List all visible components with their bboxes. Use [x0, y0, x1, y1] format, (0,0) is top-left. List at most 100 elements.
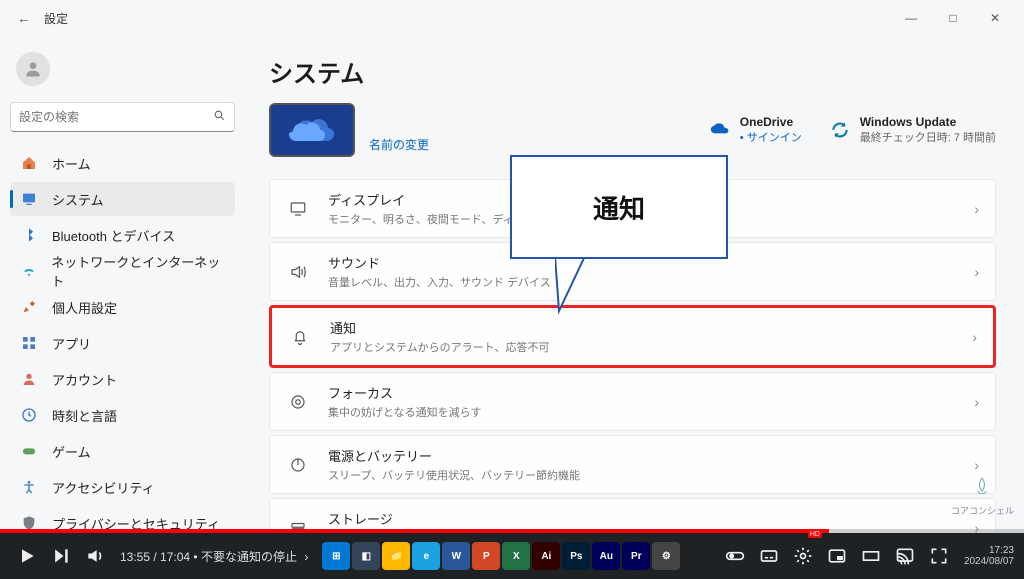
sidebar-item-system[interactable]: システム: [10, 182, 235, 216]
focus-icon: [286, 393, 310, 411]
onedrive-sub: • サインイン: [740, 129, 802, 145]
onedrive-icon: [710, 123, 730, 137]
search-icon: [213, 109, 226, 125]
search-field[interactable]: [19, 110, 213, 124]
sidebar-item-personalization[interactable]: 個人用設定: [10, 290, 235, 324]
chevron-right-icon: ›: [974, 264, 979, 280]
setting-title: フォーカス: [328, 383, 974, 402]
setting-subtitle: アプリとシステムからのアラート、応答不可: [330, 339, 972, 355]
app-icon[interactable]: Ps: [562, 542, 590, 570]
back-button[interactable]: ←: [8, 10, 40, 26]
minimize-button[interactable]: —: [890, 0, 932, 36]
app-icon[interactable]: X: [502, 542, 530, 570]
app-icon[interactable]: e: [412, 542, 440, 570]
onedrive-block[interactable]: OneDrive • サインイン: [710, 115, 802, 145]
setting-subtitle: スリープ、バッテリ使用状況、バッテリー節約機能: [328, 467, 974, 483]
theater-button[interactable]: [854, 533, 888, 579]
bell-icon: [288, 328, 312, 346]
app-icon[interactable]: 📁: [382, 542, 410, 570]
setting-row-notifications[interactable]: 通知 アプリとシステムからのアラート、応答不可 ›: [269, 305, 996, 368]
chevron-right-icon: ›: [972, 329, 977, 345]
chevron-right-icon: ›: [974, 394, 979, 410]
brush-icon: [18, 298, 40, 316]
next-button[interactable]: [44, 533, 78, 579]
sidebar-item-label: ホーム: [52, 154, 91, 173]
bluetooth-icon: [18, 226, 40, 244]
sidebar-item-bluetooth[interactable]: Bluetooth とデバイス: [10, 218, 235, 252]
app-icon[interactable]: Au: [592, 542, 620, 570]
windows-update-sub: 最終チェック日時: 7 時間前: [860, 129, 996, 145]
setting-title: ストレージ: [328, 509, 974, 528]
setting-title: 電源とバッテリー: [328, 446, 974, 465]
sound-icon: [286, 263, 310, 281]
sidebar-item-accessibility[interactable]: アクセシビリティ: [10, 470, 235, 504]
window-title: 設定: [44, 10, 68, 27]
miniplayer-button[interactable]: [820, 533, 854, 579]
sidebar-item-home[interactable]: ホーム: [10, 146, 235, 180]
sidebar-item-time-language[interactable]: 時刻と言語: [10, 398, 235, 432]
volume-button[interactable]: [78, 533, 112, 579]
video-control-bar: 13:55 / 17:04 • 不要な通知の停止 › ⊞ ◧ 📁 e W P X…: [0, 533, 1024, 579]
clock-icon: [18, 406, 40, 424]
video-chapter[interactable]: 不要な通知の停止: [201, 550, 297, 564]
close-button[interactable]: ✕: [974, 0, 1016, 36]
setting-subtitle: 集中の妨げとなる通知を減らす: [328, 404, 974, 420]
power-icon: [286, 456, 310, 474]
system-clock: 17:23 2024/08/07: [964, 545, 1014, 567]
sidebar-item-label: アプリ: [52, 334, 91, 353]
app-icon[interactable]: ◧: [352, 542, 380, 570]
app-icon[interactable]: ⊞: [322, 542, 350, 570]
setting-row-focus[interactable]: フォーカス 集中の妨げとなる通知を減らす ›: [269, 372, 996, 431]
accessibility-icon: [18, 478, 40, 496]
sidebar-item-label: システム: [52, 190, 104, 209]
sidebar-item-network[interactable]: ネットワークとインターネット: [10, 254, 235, 288]
setting-title: 通知: [330, 318, 972, 337]
user-avatar[interactable]: [16, 52, 50, 86]
desktop-thumbnail[interactable]: [269, 103, 355, 157]
display-icon: [286, 200, 310, 218]
app-icon[interactable]: Ai: [532, 542, 560, 570]
game-icon: [18, 442, 40, 460]
hd-badge: HD: [808, 531, 822, 538]
sidebar-item-apps[interactable]: アプリ: [10, 326, 235, 360]
maximize-button[interactable]: □: [932, 0, 974, 36]
setting-subtitle: 音量レベル、出力、入力、サウンド デバイス: [328, 274, 974, 290]
app-icon[interactable]: ⚙: [652, 542, 680, 570]
settings-button[interactable]: HD: [786, 533, 820, 579]
window-titlebar: ← 設定 — □ ✕: [0, 0, 1024, 36]
annotation-callout: 通知: [510, 155, 728, 259]
chevron-right-icon: ›: [974, 457, 979, 473]
cast-button[interactable]: [888, 533, 922, 579]
rename-link[interactable]: 名前の変更: [369, 136, 429, 157]
sidebar-item-label: ネットワークとインターネット: [51, 252, 227, 290]
chevron-right-icon: ›: [974, 201, 979, 217]
sidebar-item-label: Bluetooth とデバイス: [52, 226, 175, 245]
fullscreen-button[interactable]: [922, 533, 956, 579]
wifi-icon: [18, 262, 39, 280]
video-time: 13:55 / 17:04 • 不要な通知の停止 ›: [120, 548, 308, 565]
watermark: コアコンシェル: [951, 476, 1014, 517]
search-input[interactable]: [10, 102, 235, 132]
sidebar-item-accounts[interactable]: アカウント: [10, 362, 235, 396]
app-icon[interactable]: Pr: [622, 542, 650, 570]
captions-button[interactable]: [752, 533, 786, 579]
sidebar-item-label: 個人用設定: [52, 298, 117, 317]
sidebar-item-label: アカウント: [52, 370, 117, 389]
system-icon: [18, 190, 40, 208]
windows-update-block[interactable]: Windows Update 最終チェック日時: 7 時間前: [830, 115, 996, 145]
page-title: システム: [269, 54, 996, 89]
sidebar-item-label: ゲーム: [52, 442, 91, 461]
main-content: システム 名前の変更 OneDrive • サインイン: [245, 36, 1024, 533]
sidebar-item-label: 時刻と言語: [52, 406, 117, 425]
setting-row-power[interactable]: 電源とバッテリー スリープ、バッテリ使用状況、バッテリー節約機能 ›: [269, 435, 996, 494]
app-icon[interactable]: P: [472, 542, 500, 570]
onedrive-title: OneDrive: [740, 115, 802, 129]
app-icon[interactable]: W: [442, 542, 470, 570]
callout-text: 通知: [593, 189, 645, 226]
taskbar-apps: ⊞ ◧ 📁 e W P X Ai Ps Au Pr ⚙: [322, 542, 680, 570]
account-icon: [18, 370, 40, 388]
sidebar-item-gaming[interactable]: ゲーム: [10, 434, 235, 468]
autoplay-toggle[interactable]: [718, 533, 752, 579]
play-button[interactable]: [10, 533, 44, 579]
setting-row-storage[interactable]: ストレージ ストレージ領域、ドライブ、構成ルール ›: [269, 498, 996, 533]
